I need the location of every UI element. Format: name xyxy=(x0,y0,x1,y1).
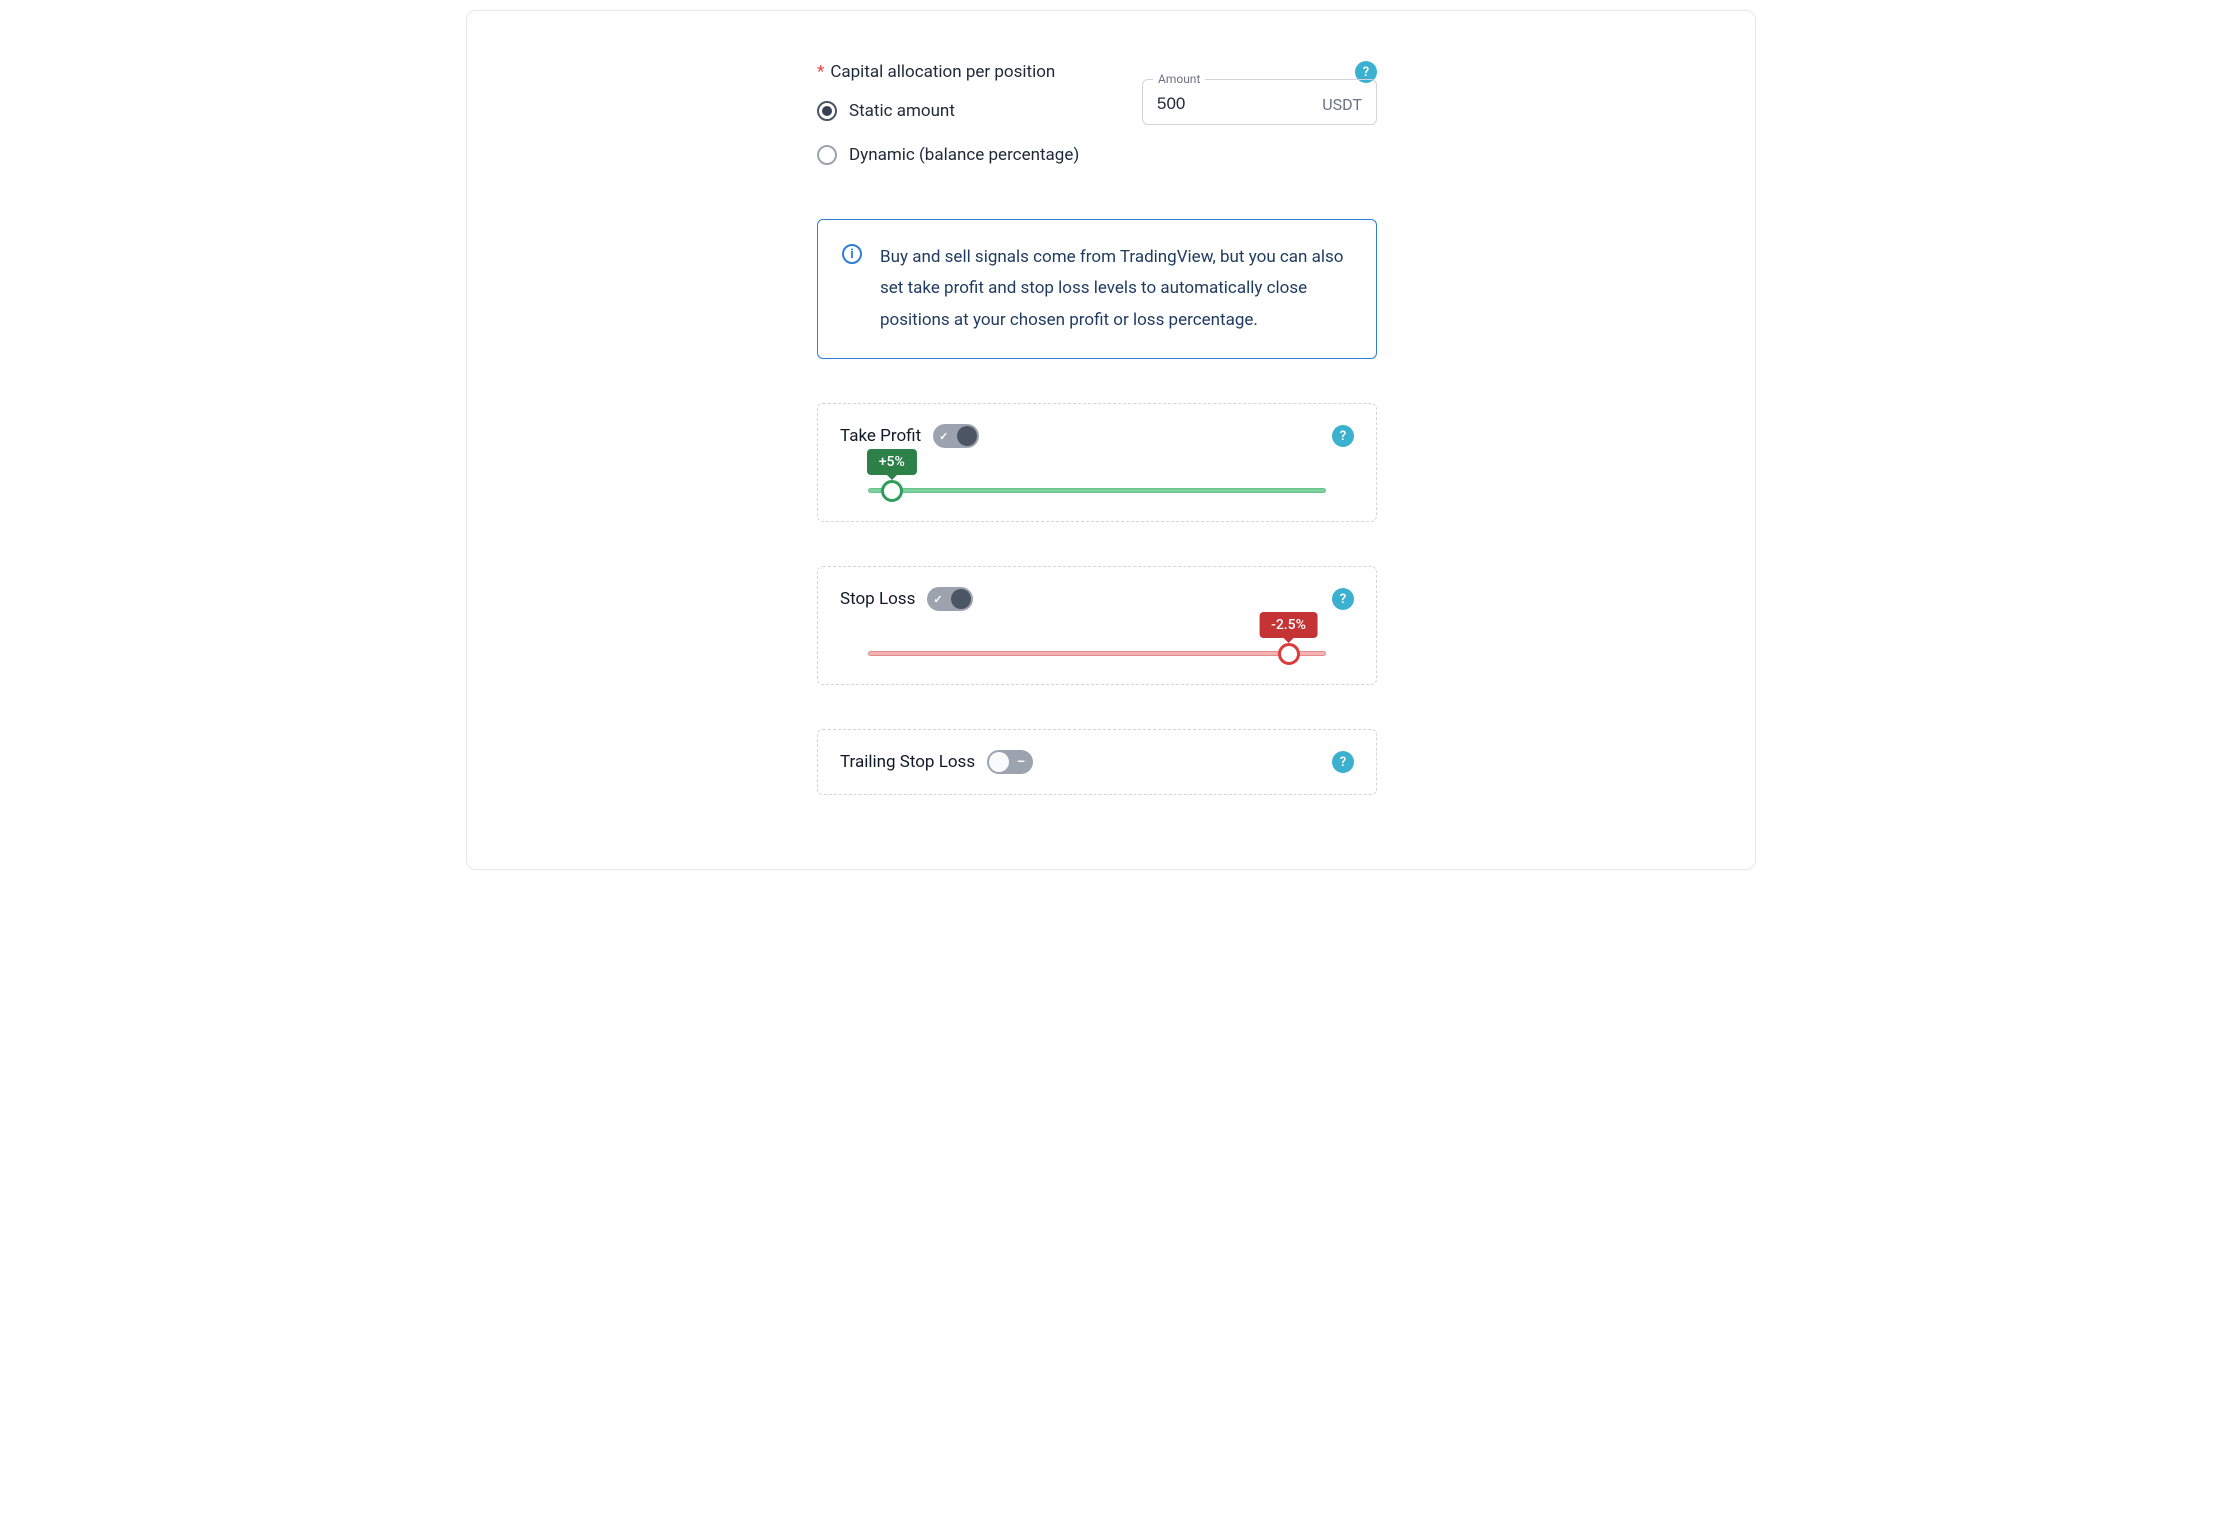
take-profit-tooltip: +5% xyxy=(867,449,917,475)
radio-dynamic-label: Dynamic (balance percentage) xyxy=(849,145,1079,165)
help-icon[interactable]: ? xyxy=(1332,751,1354,773)
toggle-knob xyxy=(951,589,971,609)
amount-currency: USDT xyxy=(1322,95,1362,114)
info-icon: i xyxy=(842,244,862,264)
take-profit-toggle[interactable]: ✓ xyxy=(933,424,979,448)
info-text: Buy and sell signals come from TradingVi… xyxy=(880,242,1352,336)
help-icon[interactable]: ? xyxy=(1332,588,1354,610)
radio-static-label: Static amount xyxy=(849,101,955,121)
check-icon: ✓ xyxy=(939,430,948,443)
trailing-title: Trailing Stop Loss xyxy=(840,752,975,772)
trailing-card: Trailing Stop Loss – ? xyxy=(817,729,1377,795)
stop-loss-card: Stop Loss ✓ ? -2.5% xyxy=(817,566,1377,685)
amount-input[interactable] xyxy=(1157,94,1257,114)
radio-static[interactable] xyxy=(817,101,837,121)
trailing-toggle[interactable]: – xyxy=(987,750,1033,774)
take-profit-slider[interactable]: +5% xyxy=(840,488,1354,493)
settings-card: * Capital allocation per position ? Stat… xyxy=(466,10,1756,870)
radio-dynamic[interactable] xyxy=(817,145,837,165)
amount-field[interactable]: Amount USDT xyxy=(1142,79,1377,125)
take-profit-title: Take Profit xyxy=(840,426,921,446)
take-profit-card: Take Profit ✓ ? +5% xyxy=(817,403,1377,522)
capital-title-row: * Capital allocation per position xyxy=(817,62,1055,82)
take-profit-handle[interactable] xyxy=(881,480,903,502)
toggle-knob xyxy=(957,426,977,446)
required-asterisk: * xyxy=(817,62,824,82)
radio-dynamic-row[interactable]: Dynamic (balance percentage) xyxy=(817,145,1112,165)
stop-loss-slider[interactable]: -2.5% xyxy=(840,651,1354,656)
stop-loss-title: Stop Loss xyxy=(840,589,915,609)
stop-loss-toggle[interactable]: ✓ xyxy=(927,587,973,611)
dash-icon: – xyxy=(1017,755,1025,770)
check-icon: ✓ xyxy=(933,593,942,606)
capital-title: Capital allocation per position xyxy=(830,62,1055,82)
stop-loss-handle[interactable] xyxy=(1278,643,1300,665)
stop-loss-tooltip: -2.5% xyxy=(1259,612,1318,638)
toggle-knob xyxy=(989,752,1009,772)
info-box: i Buy and sell signals come from Trading… xyxy=(817,219,1377,359)
help-icon[interactable]: ? xyxy=(1332,425,1354,447)
amount-label: Amount xyxy=(1153,72,1205,86)
radio-static-row[interactable]: Static amount xyxy=(817,101,1112,121)
